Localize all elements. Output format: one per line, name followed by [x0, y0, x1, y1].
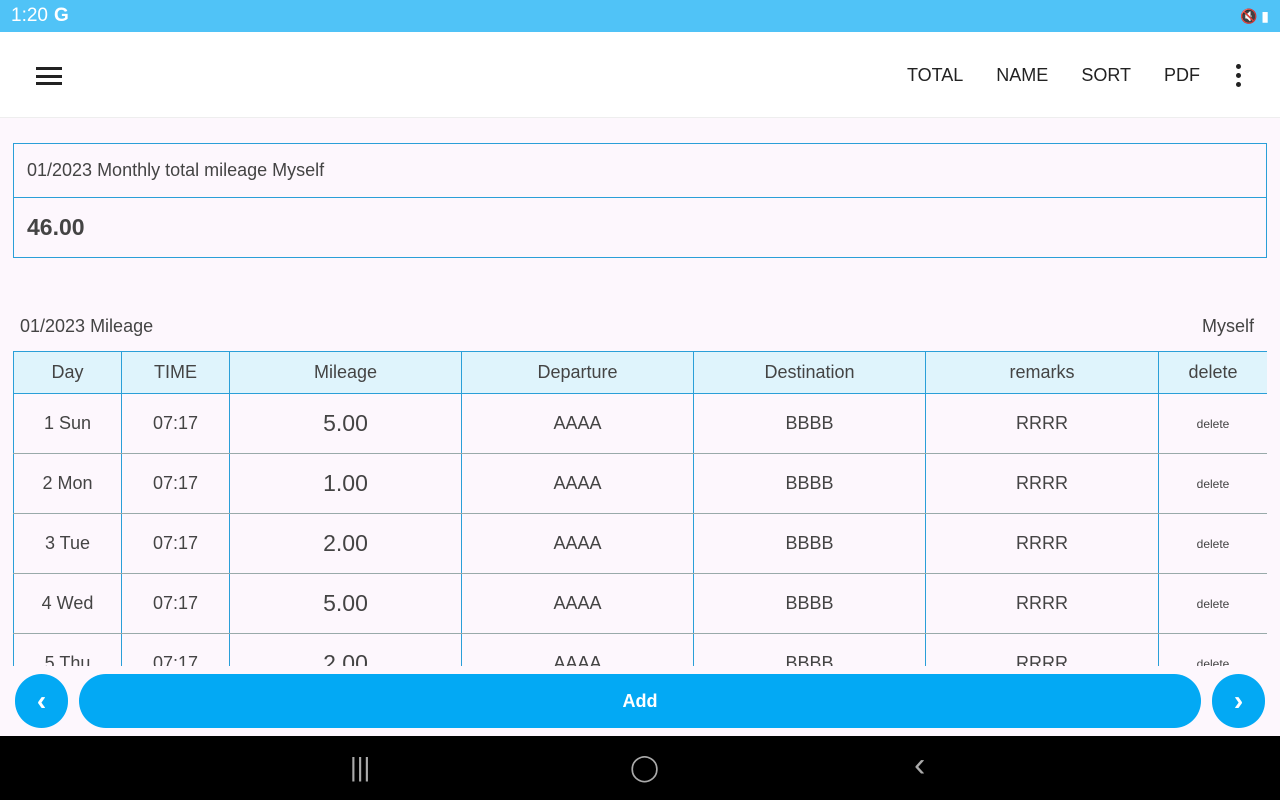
delete-button[interactable]: delete: [1158, 393, 1267, 454]
name-button[interactable]: NAME: [996, 65, 1048, 86]
departure-cell: AAAA: [461, 453, 694, 514]
menu-icon[interactable]: [36, 67, 62, 85]
column-header: Day: [13, 351, 122, 394]
day-cell: 4 Wed: [13, 573, 122, 634]
home-icon[interactable]: ◯: [630, 752, 659, 783]
departure-cell: AAAA: [461, 513, 694, 574]
table-row[interactable]: 1 Sun 07:17 5.00 AAAA BBBB RRRR delete: [13, 393, 1267, 454]
destination-cell: BBBB: [693, 453, 926, 514]
clock: 1:20: [11, 5, 48, 26]
table-row[interactable]: 5 Thu 07:17 2.00 AAAA BBBB RRRR delete: [13, 633, 1267, 666]
mileage-cell: 1.00: [229, 453, 462, 514]
previous-month-button[interactable]: ‹: [15, 674, 68, 728]
mileage-cell: 2.00: [229, 633, 462, 666]
sort-button[interactable]: SORT: [1081, 65, 1131, 86]
remarks-cell: RRRR: [925, 453, 1159, 514]
delete-button[interactable]: delete: [1158, 513, 1267, 574]
monthly-total-card: 01/2023 Monthly total mileage Myself 46.…: [13, 143, 1267, 258]
mileage-cell: 5.00: [229, 393, 462, 454]
time-cell: 07:17: [121, 393, 230, 454]
monthly-total-value: 46.00: [27, 214, 85, 240]
destination-cell: BBBB: [693, 393, 926, 454]
column-header: Departure: [461, 351, 694, 394]
day-cell: 3 Tue: [13, 513, 122, 574]
mileage-cell: 5.00: [229, 573, 462, 634]
delete-button[interactable]: delete: [1158, 453, 1267, 514]
remarks-cell: RRRR: [925, 633, 1159, 666]
status-bar: 1:20 G 🔇 ▮: [0, 0, 1280, 32]
column-header: remarks: [925, 351, 1159, 394]
day-cell: 5 Thu: [13, 633, 122, 666]
destination-cell: BBBB: [693, 633, 926, 666]
list-person: Myself: [1201, 316, 1254, 336]
mileage-table: Day TIME Mileage Departure Destination remark…: [13, 351, 1267, 666]
recents-icon[interactable]: |||: [350, 752, 370, 783]
monthly-total-label: 01/2023 Monthly total mileage Myself: [14, 144, 1266, 198]
next-month-button[interactable]: ›: [1212, 674, 1265, 728]
table-row[interactable]: 4 Wed 07:17 5.00 AAAA BBBB RRRR delete: [13, 573, 1267, 634]
table-row[interactable]: 2 Mon 07:17 1.00 AAAA BBBB RRRR delete: [13, 453, 1267, 514]
pdf-button[interactable]: PDF: [1164, 65, 1200, 86]
column-header: Destination: [693, 351, 926, 394]
time-cell: 07:17: [121, 633, 230, 666]
table-row[interactable]: 3 Tue 07:17 2.00 AAAA BBBB RRRR delete: [13, 513, 1267, 574]
departure-cell: AAAA: [461, 573, 694, 634]
departure-cell: AAAA: [461, 633, 694, 666]
add-button[interactable]: Add: [79, 674, 1201, 728]
list-title: 01/2023 Mileage: [20, 316, 154, 336]
google-icon: G: [53, 5, 69, 26]
remarks-cell: RRRR: [925, 393, 1159, 454]
departure-cell: AAAA: [461, 393, 694, 454]
list-caption: 01/2023 Mileage Myself: [20, 316, 1254, 337]
time-cell: 07:17: [121, 453, 230, 514]
app-bar: TOTAL NAME SORT PDF: [0, 32, 1280, 118]
more-options-icon[interactable]: [1218, 63, 1258, 87]
mileage-table-scroll[interactable]: Day TIME Mileage Departure Destination remark…: [13, 351, 1267, 666]
mileage-cell: 2.00: [229, 513, 462, 574]
time-cell: 07:17: [121, 573, 230, 634]
day-cell: 1 Sun: [13, 393, 122, 454]
total-button[interactable]: TOTAL: [907, 65, 963, 86]
remarks-cell: RRRR: [925, 513, 1159, 574]
column-header: Mileage: [229, 351, 462, 394]
back-icon[interactable]: ‹: [914, 746, 925, 785]
delete-button[interactable]: delete: [1158, 573, 1267, 634]
column-header: delete: [1158, 351, 1267, 394]
time-cell: 07:17: [121, 513, 230, 574]
destination-cell: BBBB: [693, 573, 926, 634]
destination-cell: BBBB: [693, 513, 926, 574]
remarks-cell: RRRR: [925, 573, 1159, 634]
day-cell: 2 Mon: [13, 453, 122, 514]
system-nav-bar: ||| ◯ ‹: [0, 736, 1280, 800]
column-header: TIME: [121, 351, 230, 394]
status-icons: 🔇 ▮: [1239, 7, 1269, 24]
delete-button[interactable]: delete: [1158, 633, 1267, 666]
